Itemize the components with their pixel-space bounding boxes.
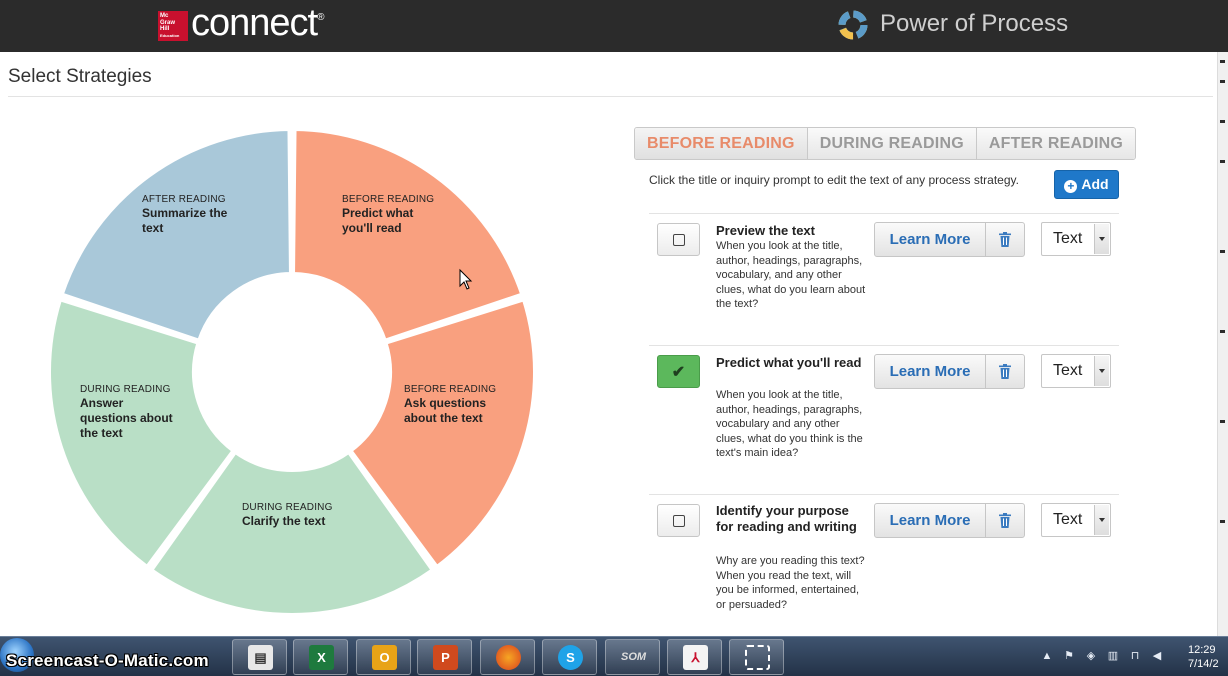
tab-before-reading[interactable]: BEFORE READING	[635, 128, 808, 159]
wheel-segment-label-ask-questions[interactable]: BEFORE READING Ask questions about the t…	[404, 384, 504, 426]
taskbar-app-document[interactable]: ▤	[232, 639, 287, 675]
screencast-watermark: Screencast-O-Matic.com	[6, 651, 209, 670]
windows-taskbar: ▤ X O P S SOM ⅄ Screencast-O-Matic.com ▲…	[0, 636, 1228, 676]
learn-more-button[interactable]: Learn More	[875, 355, 986, 388]
scrollbar-dot	[1220, 250, 1225, 253]
strategy-checkbox[interactable]	[657, 223, 700, 256]
wheel-segment-label-answer-questions[interactable]: DURING READING Answer questions about th…	[80, 384, 180, 441]
document-icon: ▤	[248, 645, 273, 670]
tray-expand-icon[interactable]: ▲	[1040, 650, 1054, 662]
learn-more-button[interactable]: Learn More	[875, 223, 986, 256]
shield-icon[interactable]: ◈	[1084, 649, 1098, 662]
mcgraw-hill-logo: Mc Graw Hill Education	[158, 11, 188, 41]
strategy-description[interactable]: When you look at the title, author, head…	[716, 388, 866, 461]
system-clock[interactable]: 12:29 7/14/2	[1188, 643, 1219, 671]
wheel-segment-label-predict[interactable]: BEFORE READING Predict what you'll read	[342, 194, 434, 236]
checkmark-icon: ✔	[671, 364, 686, 381]
volume-icon[interactable]: ◀	[1150, 649, 1164, 662]
learn-more-group: Learn More	[874, 222, 1025, 257]
product-title: Power of Process	[880, 10, 1069, 37]
firefox-icon	[496, 645, 521, 670]
taskbar-app-screencast[interactable]: SOM	[605, 639, 660, 675]
strategy-title[interactable]: Identify your purpose for reading and wr…	[716, 503, 866, 535]
dropdown-arrow-icon	[1094, 505, 1109, 535]
strategy-title[interactable]: Predict what you'll read	[716, 355, 866, 371]
trash-icon[interactable]	[999, 364, 1011, 379]
strategy-row: Identify your purpose for reading and wr…	[649, 503, 1119, 628]
strategy-checkbox[interactable]	[657, 504, 700, 537]
strategy-wheel-graphic	[47, 126, 537, 617]
title-divider	[8, 96, 1213, 97]
excel-icon: X	[309, 645, 334, 670]
strategy-title[interactable]: Preview the text	[716, 223, 866, 239]
trash-icon[interactable]	[999, 232, 1011, 247]
system-tray: ▲ ⚑ ◈ ▥ ⊓ ◀	[1040, 649, 1172, 662]
taskbar-app-skype[interactable]: S	[542, 639, 597, 675]
scrollbar-dot	[1220, 420, 1225, 423]
plus-circle-icon: +	[1064, 180, 1078, 193]
scrollbar-dot	[1220, 80, 1225, 83]
strategy-type-select[interactable]: Text	[1041, 354, 1111, 388]
strategy-wheel: BEFORE READING Predict what you'll read …	[40, 126, 550, 630]
checkbox-empty-icon	[673, 515, 685, 527]
outlook-icon: O	[372, 645, 397, 670]
phase-tabs: BEFORE READING DURING READING AFTER READ…	[634, 127, 1136, 160]
page-scrollbar[interactable]	[1217, 52, 1228, 636]
learn-more-group: Learn More	[874, 354, 1025, 389]
learn-more-button[interactable]: Learn More	[875, 504, 986, 537]
powerpoint-icon: P	[433, 645, 458, 670]
trash-icon[interactable]	[999, 513, 1011, 528]
taskbar-app-outlook[interactable]: O	[356, 639, 411, 675]
add-strategy-button[interactable]: + Add	[1054, 170, 1119, 199]
tab-during-reading[interactable]: DURING READING	[807, 128, 977, 159]
scrollbar-dot	[1220, 330, 1225, 333]
snipping-tool-icon	[745, 645, 770, 670]
tab-after-reading[interactable]: AFTER READING	[976, 128, 1135, 159]
page-title: Select Strategies	[8, 66, 152, 87]
dropdown-arrow-icon	[1094, 356, 1109, 386]
strategy-type-select[interactable]: Text	[1041, 503, 1111, 537]
power-of-process-icon	[838, 10, 868, 40]
strategy-row: ✔ Predict what you'll read When you look…	[649, 354, 1119, 490]
checkbox-empty-icon	[673, 234, 685, 246]
strategy-type-select[interactable]: Text	[1041, 222, 1111, 256]
flag-icon[interactable]: ⚑	[1062, 649, 1076, 662]
wheel-segment-label-clarify[interactable]: DURING READING Clarify the text	[242, 502, 333, 529]
scrollbar-dot	[1220, 120, 1225, 123]
screencast-icon: SOM	[621, 651, 647, 663]
network-icon[interactable]: ▥	[1106, 649, 1120, 662]
connect-logo: connect®	[191, 2, 325, 44]
taskbar-app-excel[interactable]: X	[293, 639, 348, 675]
row-divider	[649, 345, 1119, 346]
acrobat-icon: ⅄	[683, 645, 708, 670]
taskbar-app-powerpoint[interactable]: P	[417, 639, 472, 675]
skype-icon: S	[558, 645, 583, 670]
learn-more-group: Learn More	[874, 503, 1025, 538]
scrollbar-dot	[1220, 160, 1225, 163]
edit-hint: Click the title or inquiry prompt to edi…	[649, 173, 1019, 187]
strategy-description[interactable]: Why are you reading this text? When you …	[716, 554, 866, 612]
top-bar: Mc Graw Hill Education connect® Power of…	[0, 0, 1228, 52]
scrollbar-dot	[1220, 520, 1225, 523]
usb-icon[interactable]: ⊓	[1128, 649, 1142, 662]
strategy-description[interactable]: When you look at the title, author, head…	[716, 239, 866, 312]
row-divider	[649, 494, 1119, 495]
strategy-row: Preview the text When you look at the ti…	[649, 222, 1119, 342]
dropdown-arrow-icon	[1094, 224, 1109, 254]
taskbar-app-snipping-tool[interactable]	[729, 639, 784, 675]
wheel-segment-label-summarize[interactable]: AFTER READING Summarize the text	[142, 194, 237, 236]
taskbar-app-acrobat[interactable]: ⅄	[667, 639, 722, 675]
scrollbar-dot	[1220, 60, 1225, 63]
strategy-checkbox[interactable]: ✔	[657, 355, 700, 388]
taskbar-app-firefox[interactable]	[480, 639, 535, 675]
row-divider	[649, 213, 1119, 214]
